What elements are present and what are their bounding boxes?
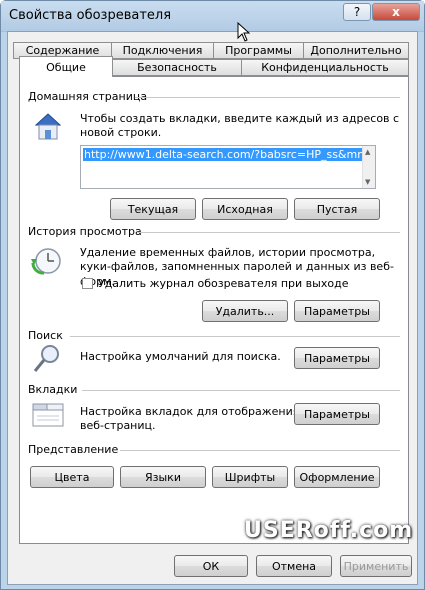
search-desc: Настройка умолчаний для поиска. (80, 350, 281, 363)
tab-security[interactable]: Безопасность (112, 59, 242, 76)
home-url-input[interactable]: http://www1.delta-search.com/?babsrc=HP_… (80, 145, 376, 189)
tab-programs[interactable]: Программы (213, 42, 304, 59)
delete-on-exit-label: Удалить журнал обозревателя при выходе (98, 277, 349, 290)
delete-history-button[interactable]: Удалить... (202, 300, 288, 322)
appearance-section-title: Представление (28, 443, 119, 456)
divider (70, 336, 400, 337)
tabs-section-title: Вкладки (28, 383, 78, 396)
title-bar[interactable]: Свойства обозревателя ? x (1, 1, 424, 32)
watermark: USERoff.com (244, 518, 414, 543)
dialog-body: Содержание Подключения Программы Дополни… (7, 31, 418, 585)
languages-button[interactable]: Языки (120, 466, 206, 488)
divider (82, 390, 400, 391)
accessibility-button[interactable]: Оформление (294, 466, 380, 488)
fonts-button[interactable]: Шрифты (212, 466, 288, 488)
mouse-cursor-icon (237, 22, 251, 42)
home-icon (34, 113, 62, 140)
divider (138, 232, 400, 233)
tabs-desc-line1: Настройка вкладок для отображения (80, 405, 300, 418)
search-section-title: Поиск (28, 329, 63, 342)
tabs-desc-line2: веб-страниц. (80, 419, 156, 432)
tabs-settings-button[interactable]: Параметры (294, 403, 380, 425)
history-section-title: История просмотра (28, 225, 142, 238)
scroll-down-icon[interactable]: ▼ (365, 178, 370, 186)
divider (120, 450, 400, 451)
tab-privacy[interactable]: Конфиденциальность (241, 59, 409, 76)
home-url-text: http://www1.delta-search.com/?babsrc=HP_… (83, 148, 375, 161)
help-button[interactable]: ? (343, 3, 371, 21)
use-current-button[interactable]: Текущая (110, 198, 196, 220)
history-desc-line1: Удаление временных файлов, истории просм… (80, 246, 376, 259)
home-section-title: Домашняя страница (28, 90, 148, 103)
use-default-button[interactable]: Исходная (202, 198, 288, 220)
url-scrollbar[interactable]: ▲ ▼ (362, 146, 375, 188)
search-settings-button[interactable]: Параметры (294, 347, 380, 369)
search-icon (33, 345, 59, 372)
window-title: Свойства обозревателя (9, 8, 172, 23)
use-blank-button[interactable]: Пустая (294, 198, 380, 220)
general-panel: Домашняя страница Чтобы создать вкладки,… (19, 76, 409, 544)
close-button[interactable]: x (372, 3, 420, 21)
delete-on-exit-checkbox[interactable] (82, 278, 93, 289)
history-settings-button[interactable]: Параметры (294, 300, 380, 322)
colors-button[interactable]: Цвета (30, 466, 114, 488)
home-desc-line2: новой строки. (80, 126, 162, 139)
dialog-window: Свойства обозревателя ? x Содержание Под… (0, 0, 425, 590)
cancel-button[interactable]: Отмена (256, 555, 332, 577)
tab-advanced[interactable]: Дополнительно (303, 42, 409, 59)
tab-general[interactable]: Общие (19, 56, 113, 77)
tab-connections[interactable]: Подключения (111, 42, 214, 59)
divider (135, 97, 400, 98)
tabs-icon (32, 403, 64, 427)
scroll-up-icon[interactable]: ▲ (365, 148, 370, 156)
apply-button[interactable]: Применить (340, 555, 412, 577)
ok-button[interactable]: ОК (174, 555, 248, 577)
history-icon (31, 248, 61, 275)
home-desc-line1: Чтобы создать вкладки, введите каждый из… (80, 112, 400, 125)
